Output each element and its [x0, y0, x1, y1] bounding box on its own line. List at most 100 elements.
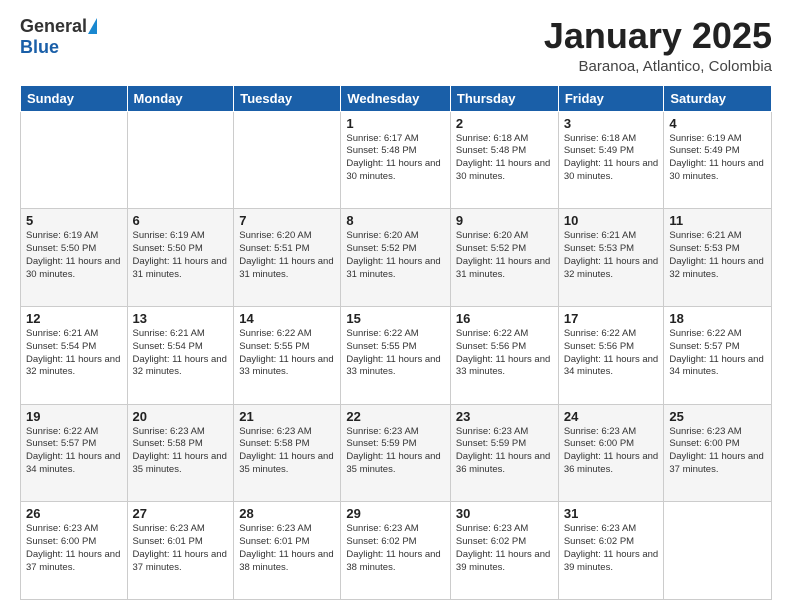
- day-number: 1: [346, 116, 445, 131]
- calendar-cell: 9Sunrise: 6:20 AMSunset: 5:52 PMDaylight…: [450, 209, 558, 307]
- day-number: 8: [346, 213, 445, 228]
- day-info: Sunrise: 6:23 AMSunset: 6:00 PMDaylight:…: [564, 426, 659, 477]
- day-number: 22: [346, 409, 445, 424]
- day-number: 10: [564, 213, 659, 228]
- calendar-cell: 2 Sunrise: 6:18 AMSunset: 5:48 PMDaylight…: [450, 111, 558, 209]
- calendar-cell: [234, 111, 341, 209]
- calendar-cell: 30Sunrise: 6:23 AMSunset: 6:02 PMDayligh…: [450, 502, 558, 600]
- day-number: 25: [669, 409, 766, 424]
- day-info: Sunrise: 6:23 AMSunset: 6:02 PMDaylight:…: [346, 523, 445, 574]
- day-number: 9: [456, 213, 553, 228]
- day-info: Sunrise: 6:22 AMSunset: 5:57 PMDaylight:…: [26, 426, 122, 477]
- day-info: Sunrise: 6:19 AMSunset: 5:49 PMDaylight:…: [669, 133, 766, 184]
- weekday-header-row: SundayMondayTuesdayWednesdayThursdayFrid…: [21, 85, 772, 111]
- title-block: January 2025 Baranoa, Atlantico, Colombi…: [544, 16, 772, 75]
- calendar-week-1: 1 Sunrise: 6:17 AMSunset: 5:48 PMDaylight…: [21, 111, 772, 209]
- weekday-header-saturday: Saturday: [664, 85, 772, 111]
- day-number: 27: [133, 506, 229, 521]
- calendar-cell: 7 Sunrise: 6:20 AMSunset: 5:51 PMDaylight…: [234, 209, 341, 307]
- day-info: Sunrise: 6:21 AMSunset: 5:54 PMDaylight:…: [26, 328, 122, 379]
- calendar-cell: 26 Sunrise: 6:23 AMSunset: 6:00 PMDayligh…: [21, 502, 128, 600]
- page: General Blue January 2025 Baranoa, Atlan…: [0, 0, 792, 612]
- calendar-cell: 14 Sunrise: 6:22 AMSunset: 5:55 PMDayligh…: [234, 306, 341, 404]
- calendar-cell: 18 Sunrise: 6:22 AMSunset: 5:57 PMDayligh…: [664, 306, 772, 404]
- day-info: Sunrise: 6:23 AMSunset: 5:59 PMDaylight:…: [456, 426, 553, 477]
- day-number: 6: [133, 213, 229, 228]
- day-number: 20: [133, 409, 229, 424]
- day-info: Sunrise: 6:22 AMSunset: 5:56 PMDaylight:…: [456, 328, 553, 379]
- calendar-cell: 11 Sunrise: 6:21 AMSunset: 5:53 PMDayligh…: [664, 209, 772, 307]
- day-info: Sunrise: 6:21 AMSunset: 5:53 PMDaylight:…: [564, 230, 659, 281]
- location-subtitle: Baranoa, Atlantico, Colombia: [544, 58, 772, 75]
- day-info: Sunrise: 6:22 AMSunset: 5:55 PMDaylight:…: [239, 328, 335, 379]
- calendar-cell: 22 Sunrise: 6:23 AMSunset: 5:59 PMDayligh…: [341, 404, 451, 502]
- calendar-cell: 21 Sunrise: 6:23 AMSunset: 5:58 PMDayligh…: [234, 404, 341, 502]
- calendar-cell: 29 Sunrise: 6:23 AMSunset: 6:02 PMDayligh…: [341, 502, 451, 600]
- day-number: 3: [564, 116, 659, 131]
- calendar-cell: [127, 111, 234, 209]
- day-info: Sunrise: 6:23 AMSunset: 5:59 PMDaylight:…: [346, 426, 445, 477]
- calendar-cell: 23 Sunrise: 6:23 AMSunset: 5:59 PMDayligh…: [450, 404, 558, 502]
- day-number: 28: [239, 506, 335, 521]
- day-number: 13: [133, 311, 229, 326]
- day-info: Sunrise: 6:21 AMSunset: 5:54 PMDaylight:…: [133, 328, 229, 379]
- calendar-week-4: 19 Sunrise: 6:22 AMSunset: 5:57 PMDayligh…: [21, 404, 772, 502]
- calendar-table: SundayMondayTuesdayWednesdayThursdayFrid…: [20, 85, 772, 600]
- calendar-cell: 4 Sunrise: 6:19 AMSunset: 5:49 PMDaylight…: [664, 111, 772, 209]
- day-info: Sunrise: 6:21 AMSunset: 5:53 PMDaylight:…: [669, 230, 766, 281]
- header: General Blue January 2025 Baranoa, Atlan…: [20, 16, 772, 75]
- day-number: 16: [456, 311, 553, 326]
- day-info: Sunrise: 6:18 AMSunset: 5:48 PMDaylight:…: [456, 133, 553, 184]
- day-info: Sunrise: 6:23 AMSunset: 6:01 PMDaylight:…: [133, 523, 229, 574]
- day-number: 15: [346, 311, 445, 326]
- day-number: 21: [239, 409, 335, 424]
- weekday-header-wednesday: Wednesday: [341, 85, 451, 111]
- calendar-cell: 6Sunrise: 6:19 AMSunset: 5:50 PMDaylight…: [127, 209, 234, 307]
- day-number: 31: [564, 506, 659, 521]
- day-number: 4: [669, 116, 766, 131]
- weekday-header-sunday: Sunday: [21, 85, 128, 111]
- calendar-cell: [21, 111, 128, 209]
- day-info: Sunrise: 6:22 AMSunset: 5:55 PMDaylight:…: [346, 328, 445, 379]
- day-number: 7: [239, 213, 335, 228]
- calendar-cell: 27 Sunrise: 6:23 AMSunset: 6:01 PMDayligh…: [127, 502, 234, 600]
- day-number: 17: [564, 311, 659, 326]
- day-number: 29: [346, 506, 445, 521]
- day-number: 26: [26, 506, 122, 521]
- calendar-cell: 17Sunrise: 6:22 AMSunset: 5:56 PMDayligh…: [558, 306, 664, 404]
- day-number: 19: [26, 409, 122, 424]
- weekday-header-tuesday: Tuesday: [234, 85, 341, 111]
- weekday-header-friday: Friday: [558, 85, 664, 111]
- day-info: Sunrise: 6:20 AMSunset: 5:51 PMDaylight:…: [239, 230, 335, 281]
- calendar-cell: 24 Sunrise: 6:23 AMSunset: 6:00 PMDayligh…: [558, 404, 664, 502]
- day-info: Sunrise: 6:23 AMSunset: 6:00 PMDaylight:…: [26, 523, 122, 574]
- day-number: 14: [239, 311, 335, 326]
- day-info: Sunrise: 6:20 AMSunset: 5:52 PMDaylight:…: [346, 230, 445, 281]
- calendar-cell: 8 Sunrise: 6:20 AMSunset: 5:52 PMDaylight…: [341, 209, 451, 307]
- calendar-cell: 19 Sunrise: 6:22 AMSunset: 5:57 PMDayligh…: [21, 404, 128, 502]
- day-info: Sunrise: 6:23 AMSunset: 5:58 PMDaylight:…: [239, 426, 335, 477]
- day-number: 30: [456, 506, 553, 521]
- month-title: January 2025: [544, 16, 772, 56]
- day-number: 11: [669, 213, 766, 228]
- calendar-week-3: 12Sunrise: 6:21 AMSunset: 5:54 PMDayligh…: [21, 306, 772, 404]
- logo-general-text: General: [20, 16, 87, 37]
- logo: General Blue: [20, 16, 97, 58]
- day-info: Sunrise: 6:23 AMSunset: 5:58 PMDaylight:…: [133, 426, 229, 477]
- day-number: 2: [456, 116, 553, 131]
- calendar-cell: 3Sunrise: 6:18 AMSunset: 5:49 PMDaylight…: [558, 111, 664, 209]
- calendar-cell: 20 Sunrise: 6:23 AMSunset: 5:58 PMDayligh…: [127, 404, 234, 502]
- calendar-cell: 16 Sunrise: 6:22 AMSunset: 5:56 PMDayligh…: [450, 306, 558, 404]
- day-info: Sunrise: 6:22 AMSunset: 5:57 PMDaylight:…: [669, 328, 766, 379]
- day-number: 23: [456, 409, 553, 424]
- day-info: Sunrise: 6:23 AMSunset: 6:00 PMDaylight:…: [669, 426, 766, 477]
- calendar-cell: 31Sunrise: 6:23 AMSunset: 6:02 PMDayligh…: [558, 502, 664, 600]
- calendar-cell: 28Sunrise: 6:23 AMSunset: 6:01 PMDayligh…: [234, 502, 341, 600]
- day-info: Sunrise: 6:17 AMSunset: 5:48 PMDaylight:…: [346, 133, 445, 184]
- calendar-week-5: 26 Sunrise: 6:23 AMSunset: 6:00 PMDayligh…: [21, 502, 772, 600]
- calendar-cell: 10 Sunrise: 6:21 AMSunset: 5:53 PMDayligh…: [558, 209, 664, 307]
- calendar-cell: 1 Sunrise: 6:17 AMSunset: 5:48 PMDaylight…: [341, 111, 451, 209]
- day-number: 24: [564, 409, 659, 424]
- day-number: 18: [669, 311, 766, 326]
- calendar-week-2: 5Sunrise: 6:19 AMSunset: 5:50 PMDaylight…: [21, 209, 772, 307]
